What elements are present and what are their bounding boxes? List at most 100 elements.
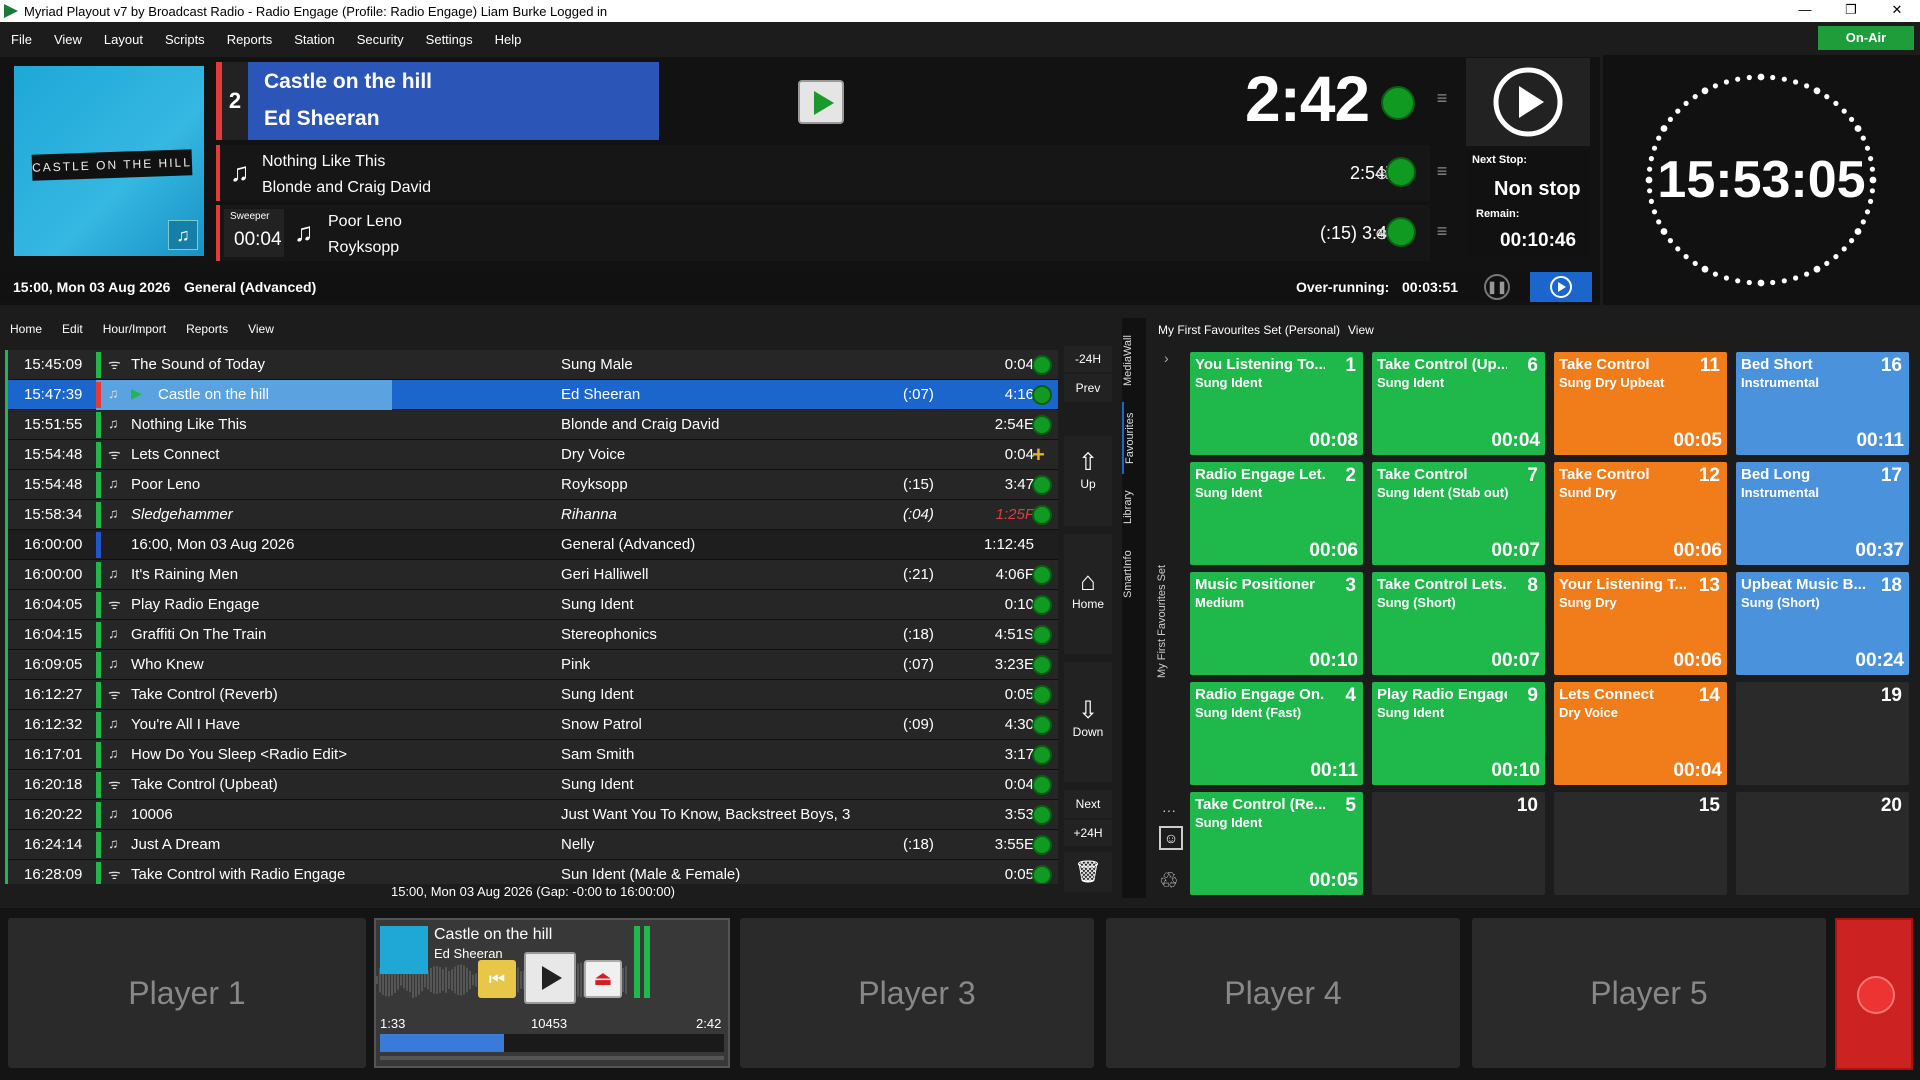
player-2[interactable]: Castle on the hill Ed Sheeran ⏮ ⏏ 1:33 1… <box>374 918 730 1068</box>
minus-24h-button[interactable]: -24H <box>1064 346 1112 372</box>
recycle-icon[interactable]: ♲ <box>1159 868 1179 894</box>
menu-help[interactable]: Help <box>484 32 533 47</box>
log-row[interactable]: 16:00:00 16:00, Mon 03 Aug 2026 General (A… <box>8 530 1058 560</box>
menu-station[interactable]: Station <box>283 32 345 47</box>
close-button[interactable]: ✕ <box>1874 0 1920 22</box>
menu-view[interactable]: View <box>43 32 93 47</box>
log-row[interactable]: 16:20:22 ♫ 10006 Just Want You To Know, Bac… <box>8 800 1058 830</box>
player-progress[interactable] <box>380 1034 724 1052</box>
log-menu-edit[interactable]: Edit <box>52 322 93 336</box>
more-icon[interactable]: ··· <box>1162 802 1176 818</box>
next-button[interactable]: Next <box>1064 790 1112 818</box>
log-row[interactable]: 16:12:27 ᯤ Take Control (Reverb) Sung Ident… <box>8 680 1058 710</box>
log-row[interactable]: 16:17:01 ♫ How Do You Sleep <Radio Edit> Sa… <box>8 740 1058 770</box>
tab-smartinfo[interactable]: SmartInfo <box>1122 540 1146 608</box>
log-row[interactable]: 15:54:48 ♫ Poor Leno Royksopp (:15) 3:47 <box>8 470 1058 500</box>
tab-mediawall[interactable]: MediaWall <box>1122 324 1146 398</box>
log-row[interactable]: 16:04:05 ᯤ Play Radio Engage Sung Ident 0:10 <box>8 590 1058 620</box>
cart-tile-1[interactable]: You Listening To... Sung Ident 1 00:08 <box>1190 352 1363 455</box>
cart-tile-15[interactable]: 15 <box>1554 792 1727 895</box>
clock-dot <box>1849 116 1855 122</box>
log-row[interactable]: 15:51:55 ♫ Nothing Like This Blonde and Cra… <box>8 410 1058 440</box>
cart-tile-13[interactable]: Your Listening T... Sung Dry 13 00:06 <box>1554 572 1727 675</box>
on-air-button[interactable]: On-Air <box>1818 26 1914 50</box>
menu-handle-icon[interactable]: ≡ <box>1429 161 1455 182</box>
log-row[interactable]: 16:20:18 ᯤ Take Control (Upbeat) Sung Ident… <box>8 770 1058 800</box>
up-button[interactable]: ⇧ Up <box>1064 436 1112 526</box>
minimize-button[interactable]: — <box>1782 0 1828 22</box>
tab-favourites[interactable]: Favourites <box>1122 402 1146 474</box>
menu-layout[interactable]: Layout <box>93 32 154 47</box>
prev-button[interactable]: Prev <box>1064 374 1112 402</box>
player-5[interactable]: Player 5 <box>1472 918 1826 1068</box>
log-row[interactable]: 15:45:09 ᯤ The Sound of Today Sung Male 0:04 <box>8 350 1058 380</box>
cart-tile-10[interactable]: 10 <box>1372 792 1545 895</box>
play-button[interactable] <box>798 80 844 124</box>
log-menu-home[interactable]: Home <box>0 322 52 336</box>
down-button[interactable]: ⇩ Down <box>1064 662 1112 782</box>
tab-library[interactable]: Library <box>1122 478 1146 536</box>
cart-tile-6[interactable]: Take Control (Up... Sung Ident 6 00:04 <box>1372 352 1545 455</box>
log-row[interactable]: 15:54:48 ᯤ Lets Connect Dry Voice 0:04 + <box>8 440 1058 470</box>
mediawall-view-menu[interactable]: View <box>1348 323 1374 337</box>
home-button[interactable]: ⌂ Home <box>1064 534 1112 654</box>
record-button[interactable] <box>1835 918 1913 1070</box>
cart-tile-17[interactable]: Bed Long Instrumental 17 00:37 <box>1736 462 1909 565</box>
row-duration: 3:55E <box>994 836 1034 853</box>
menu-settings[interactable]: Settings <box>415 32 484 47</box>
cart-tile-8[interactable]: Take Control Lets... Sung (Short) 8 00:0… <box>1372 572 1545 675</box>
clock-dot <box>1692 260 1698 266</box>
log-row[interactable]: 16:09:05 ♫ Who Knew Pink (:07) 3:23E <box>8 650 1058 680</box>
cart-tile-14[interactable]: Lets Connect Dry Voice 14 00:04 <box>1554 682 1727 785</box>
big-play-button[interactable] <box>1466 58 1590 146</box>
cart-tile-20[interactable]: 20 <box>1736 792 1909 895</box>
chevron-right-icon[interactable]: › <box>1164 350 1169 366</box>
cart-tile-7[interactable]: Take Control Sung Ident (Stab out) 7 00:… <box>1372 462 1545 565</box>
player-4[interactable]: Player 4 <box>1106 918 1460 1068</box>
log-menu-hour-import[interactable]: Hour/Import <box>93 322 176 336</box>
next-item-2[interactable]: Sweeper 00:04 ♫ Poor Leno Royksopp (:15)… <box>216 205 1447 261</box>
menu-security[interactable]: Security <box>346 32 415 47</box>
log-row[interactable]: 16:28:09 ᯤ Take Control with Radio Engage S… <box>8 860 1058 884</box>
next-item-1[interactable]: ♫ Nothing Like This Blonde and Craig Dav… <box>216 145 1447 201</box>
log-row[interactable]: 15:58:34 ♫ Sledgehammer Rihanna (:04) 1:25F <box>8 500 1058 530</box>
player-play-button[interactable] <box>524 952 576 1004</box>
maximize-button[interactable]: ❐ <box>1828 0 1874 22</box>
tile-number: 18 <box>1880 575 1902 596</box>
log-row[interactable]: 15:47:39 ♫ ▶ Castle on the hill Ed Sheeran (:… <box>8 380 1058 410</box>
clock-dot <box>1770 74 1776 81</box>
player-1[interactable]: Player 1 <box>8 918 366 1068</box>
log-menu-reports[interactable]: Reports <box>176 322 238 336</box>
log-row[interactable]: 16:24:14 ♫ Just A Dream Nelly (:18) 3:55E <box>8 830 1058 860</box>
now-playing-item[interactable]: 2 Castle on the hill Ed Sheeran <box>216 62 659 140</box>
menu-scripts[interactable]: Scripts <box>154 32 216 47</box>
menu-handle-icon[interactable]: ≡ <box>1429 221 1455 242</box>
log-row[interactable]: 16:12:32 ♫ You're All I Have Snow Patrol (:0… <box>8 710 1058 740</box>
menu-file[interactable]: File <box>0 32 43 47</box>
restart-button[interactable]: ⏮ <box>478 960 516 998</box>
pause-icon[interactable]: ❚❚ <box>1484 274 1510 300</box>
cart-tile-19[interactable]: 19 <box>1736 682 1909 785</box>
log-row[interactable]: 16:00:00 ♫ It's Raining Men Geri Halliwell (… <box>8 560 1058 590</box>
cart-tile-3[interactable]: Music Positioner Medium 3 00:10 <box>1190 572 1363 675</box>
contact-icon[interactable]: ☺ <box>1159 826 1183 850</box>
auto-play-button[interactable] <box>1530 272 1592 302</box>
tile-title: Take Control (Re... <box>1195 796 1325 813</box>
plus-24h-button[interactable]: +24H <box>1064 820 1112 846</box>
cart-tile-16[interactable]: Bed Short Instrumental 16 00:11 <box>1736 352 1909 455</box>
cart-tile-9[interactable]: Play Radio Engage Sung Ident 9 00:10 <box>1372 682 1545 785</box>
log-menu-view[interactable]: View <box>238 322 284 336</box>
menu-reports[interactable]: Reports <box>216 32 284 47</box>
cart-tile-18[interactable]: Upbeat Music B... Sung (Short) 18 00:24 <box>1736 572 1909 675</box>
player-3[interactable]: Player 3 <box>740 918 1094 1068</box>
cart-tile-2[interactable]: Radio Engage Let... Sung Ident 2 00:06 <box>1190 462 1363 565</box>
menu-handle-icon[interactable]: ≡ <box>1429 88 1455 109</box>
eject-button[interactable]: ⏏ <box>584 960 622 998</box>
clock-dot <box>1712 83 1718 89</box>
trash-icon[interactable]: 🗑 <box>1064 852 1112 892</box>
cart-tile-4[interactable]: Radio Engage On... Sung Ident (Fast) 4 0… <box>1190 682 1363 785</box>
cart-tile-11[interactable]: Take Control Sung Dry Upbeat 11 00:05 <box>1554 352 1727 455</box>
cart-tile-5[interactable]: Take Control (Re... Sung Ident 5 00:05 <box>1190 792 1363 895</box>
log-row[interactable]: 16:04:15 ♫ Graffiti On The Train Stereophon… <box>8 620 1058 650</box>
cart-tile-12[interactable]: Take Control Sund Dry 12 00:06 <box>1554 462 1727 565</box>
